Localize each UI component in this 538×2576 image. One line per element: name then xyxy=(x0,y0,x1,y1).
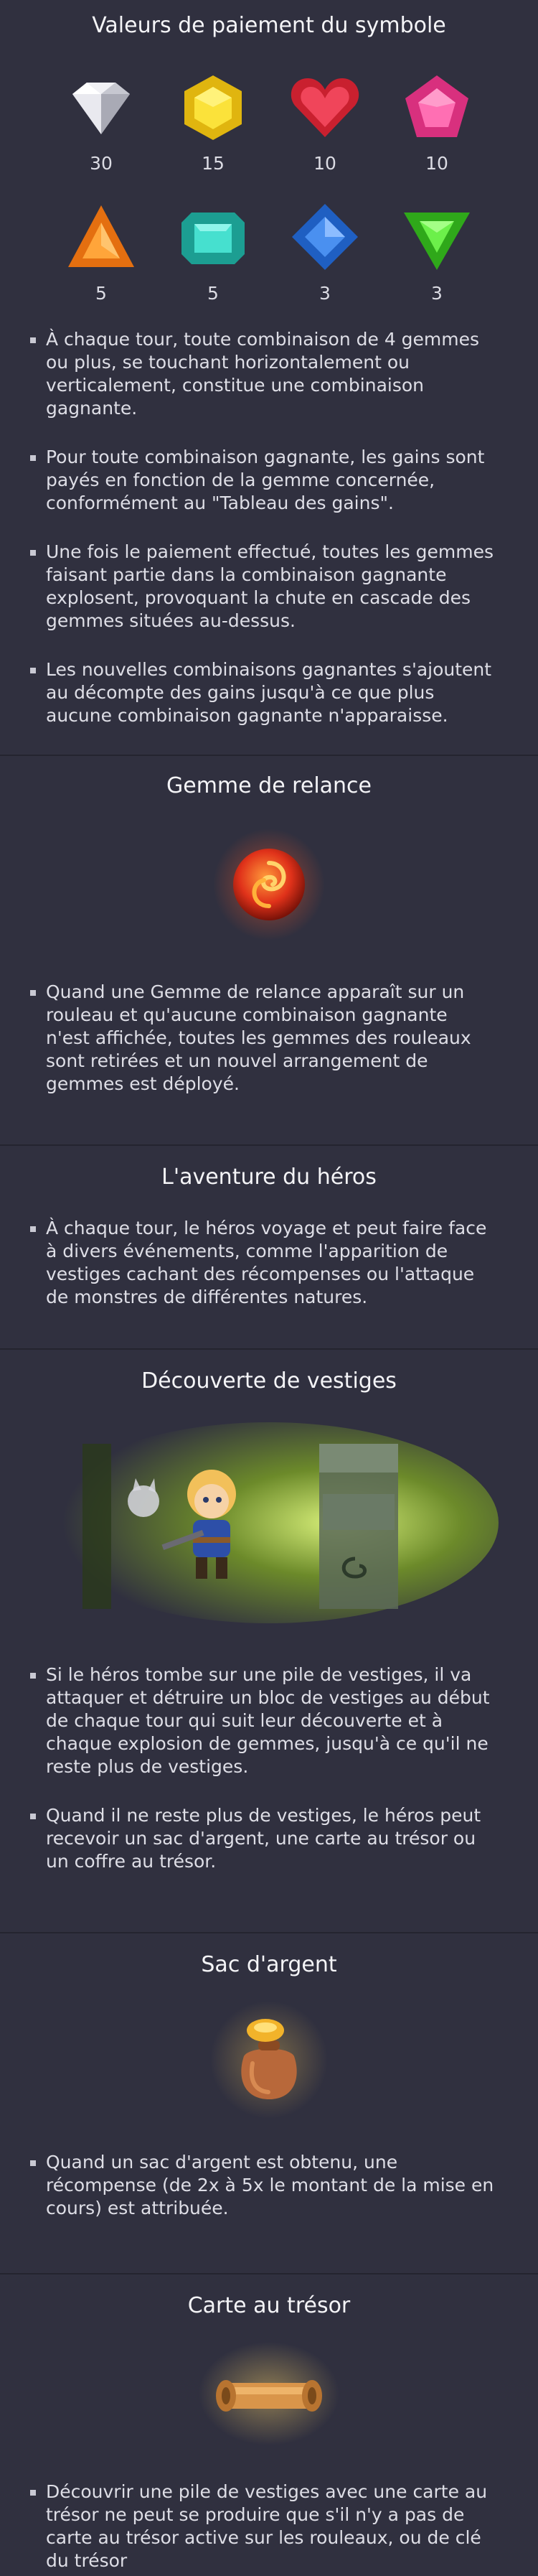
section-title: Gemme de relance xyxy=(166,773,372,798)
gem-payout-item: 3 xyxy=(381,195,493,304)
pink-pentagon-gem-icon xyxy=(405,75,468,137)
gem-value: 3 xyxy=(431,283,443,304)
money-bag-section: Sac d'argent Quand un sac d'argent est o… xyxy=(0,1933,538,2274)
gem-payout-item: 5 xyxy=(45,195,157,304)
gem-value: 3 xyxy=(319,283,331,304)
blue-square-gem-icon xyxy=(292,204,358,270)
gem-payout-item: 10 xyxy=(381,65,493,174)
gem-value: 15 xyxy=(202,153,225,174)
white-diamond-icon xyxy=(72,83,130,134)
gem-value: 10 xyxy=(425,153,448,174)
yellow-hexagon-gem-icon xyxy=(184,75,242,140)
list-item: Quand une Gemme de relance apparaît sur … xyxy=(29,981,496,1096)
section-title: Valeurs de paiement du symbole xyxy=(92,13,446,38)
paytable-page: Valeurs de paiement du symbole 30 15 10 … xyxy=(0,0,538,2576)
swirl-orb-icon xyxy=(213,829,325,941)
red-heart-gem-icon xyxy=(291,78,359,137)
reroll-rules-list: Quand une Gemme de relance apparaît sur … xyxy=(0,981,538,1096)
treasure-map-section: Carte au trésor Découvrir une pile de ve… xyxy=(0,2274,538,2576)
list-item: Découvrir une pile de vestiges avec une … xyxy=(29,2481,496,2572)
gem-payout-item: 15 xyxy=(157,65,269,174)
section-title: Sac d'argent xyxy=(201,1952,337,1977)
symbol-payouts-section: Valeurs de paiement du symbole 30 15 10 … xyxy=(0,0,538,756)
green-triangle-gem-icon xyxy=(404,213,470,270)
payout-rules-list: À chaque tour, toute combinaison de 4 ge… xyxy=(0,328,538,727)
list-item: À chaque tour, le héros voyage et peut f… xyxy=(29,1217,496,1309)
money-bag-rules-list: Quand un sac d'argent est obtenu, une ré… xyxy=(0,2151,538,2220)
gem-value: 5 xyxy=(95,283,107,304)
list-item: Pour toute combinaison gagnante, les gai… xyxy=(29,446,496,515)
money-bag-icon xyxy=(210,2001,328,2119)
gem-value: 30 xyxy=(90,153,113,174)
list-item: Quand il ne reste plus de vestiges, le h… xyxy=(29,1804,496,1873)
gem-payout-item: 30 xyxy=(45,65,157,174)
relic-discovery-section: Découverte de vestiges Si le héros tombe… xyxy=(0,1350,538,1933)
reroll-gem-section: Gemme de relance Quand une Gemme de rela… xyxy=(0,756,538,1146)
gem-payout-item: 5 xyxy=(157,195,269,304)
teal-emerald-gem-icon xyxy=(181,213,245,264)
treasure-map-rules-list: Découvrir une pile de vestiges avec une … xyxy=(0,2481,538,2572)
list-item: Si le héros tombe sur une pile de vestig… xyxy=(29,1663,496,1778)
hero-at-ruins-illustration xyxy=(39,1422,499,1623)
section-title: Découverte de vestiges xyxy=(141,1368,397,1394)
gem-value: 10 xyxy=(313,153,336,174)
gem-payout-item: 10 xyxy=(269,65,381,174)
list-item: Une fois le paiement effectué, toutes le… xyxy=(29,541,496,633)
relic-rules-list: Si le héros tombe sur une pile de vestig… xyxy=(0,1663,538,1873)
scroll-map-icon xyxy=(199,2342,339,2445)
list-item: Les nouvelles combinaisons gagnantes s'a… xyxy=(29,658,496,727)
list-item: Quand un sac d'argent est obtenu, une ré… xyxy=(29,2151,496,2220)
section-title: L'aventure du héros xyxy=(161,1165,377,1190)
list-item: À chaque tour, toute combinaison de 4 ge… xyxy=(29,328,496,420)
orange-triangle-gem-icon xyxy=(68,205,134,267)
gem-payout-item: 3 xyxy=(269,195,381,304)
hero-adventure-section: L'aventure du héros À chaque tour, le hé… xyxy=(0,1146,538,1350)
gem-payout-grid: 30 15 10 10 5 5 3 3 xyxy=(0,65,538,304)
section-title: Carte au trésor xyxy=(187,2293,351,2318)
gem-value: 5 xyxy=(207,283,219,304)
hero-rules-list: À chaque tour, le héros voyage et peut f… xyxy=(0,1217,538,1309)
